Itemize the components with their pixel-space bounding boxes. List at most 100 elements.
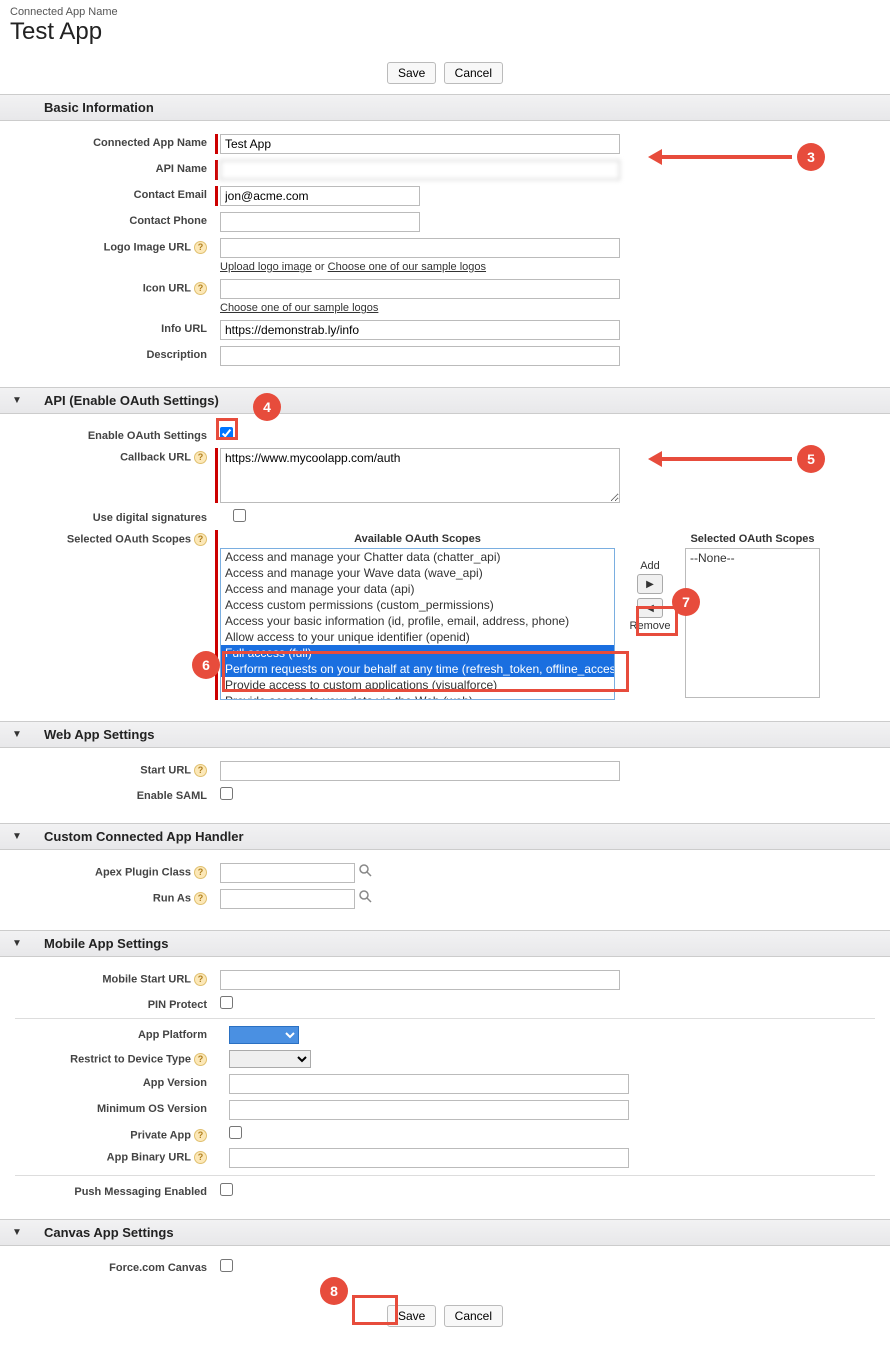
required-marker <box>215 134 218 154</box>
logo-url-input[interactable] <box>220 238 620 258</box>
pin-protect-checkbox[interactable] <box>220 996 233 1009</box>
scope-item[interactable]: Provide access to your data via the Web … <box>221 693 614 699</box>
callout-5: 5 <box>797 445 825 473</box>
scope-item[interactable]: Allow access to your unique identifier (… <box>221 629 614 645</box>
choose-logo-link[interactable]: Choose one of our sample logos <box>328 261 486 273</box>
force-canvas-checkbox[interactable] <box>220 1259 233 1272</box>
page-header: Connected App Name Test App <box>0 0 890 52</box>
scope-item[interactable]: Provide access to custom applications (v… <box>221 677 614 693</box>
section-title-web: Web App Settings <box>44 727 155 742</box>
label-start-url: Start URL <box>140 764 191 776</box>
help-icon[interactable]: ? <box>194 1151 207 1164</box>
scope-item[interactable]: Access your basic information (id, profi… <box>221 613 614 629</box>
chevron-down-icon[interactable]: ▼ <box>10 729 24 740</box>
label-logo-url: Logo Image URL <box>104 241 191 253</box>
choose-icon-link[interactable]: Choose one of our sample logos <box>220 302 378 314</box>
run-as-input[interactable] <box>220 889 355 909</box>
contact-email-input[interactable] <box>220 186 420 206</box>
enable-saml-checkbox[interactable] <box>220 787 233 800</box>
available-scopes-list[interactable]: Access and manage your Chatter data (cha… <box>220 548 615 700</box>
scope-item[interactable]: Access custom permissions (custom_permis… <box>221 597 614 613</box>
app-platform-select[interactable] <box>229 1026 299 1044</box>
arrow-3 <box>662 155 792 159</box>
start-url-input[interactable] <box>220 761 620 781</box>
chevron-down-icon[interactable]: ▼ <box>10 831 24 842</box>
callback-url-textarea[interactable]: https://www.mycoolapp.com/auth <box>220 448 620 503</box>
help-icon[interactable]: ? <box>194 241 207 254</box>
add-label: Add <box>640 560 660 572</box>
bottom-buttons-row: Save Cancel <box>0 1295 890 1337</box>
section-title-handler: Custom Connected App Handler <box>44 829 244 844</box>
label-app-version: App Version <box>0 1074 215 1094</box>
help-icon[interactable]: ? <box>194 451 207 464</box>
label-info-url: Info URL <box>0 320 215 340</box>
section-header-basic: Basic Information <box>0 94 890 121</box>
top-buttons-row: Save Cancel <box>0 52 890 94</box>
section-title-mobile: Mobile App Settings <box>44 936 168 951</box>
label-icon-url: Icon URL <box>143 282 191 294</box>
section-body-basic: Connected App Name API Name Contact Emai… <box>0 121 890 387</box>
chevron-down-icon[interactable]: ▼ <box>10 938 24 949</box>
description-input[interactable] <box>220 346 620 366</box>
scope-item[interactable]: Full access (full) <box>221 645 614 661</box>
lookup-icon[interactable] <box>358 889 374 905</box>
label-selected-scopes: Selected OAuth Scopes <box>67 533 191 545</box>
cancel-button[interactable]: Cancel <box>444 62 503 84</box>
chevron-down-icon[interactable]: ▼ <box>10 1227 24 1238</box>
help-icon[interactable]: ? <box>194 892 207 905</box>
help-icon[interactable]: ? <box>194 866 207 879</box>
chevron-down-icon[interactable]: ▼ <box>10 395 24 406</box>
remove-scope-button[interactable]: ◀ <box>637 598 663 618</box>
label-contact-phone: Contact Phone <box>0 212 215 232</box>
connected-app-name-input[interactable] <box>220 134 620 154</box>
label-contact-email: Contact Email <box>0 186 215 206</box>
scope-item[interactable]: Access and manage your Wave data (wave_a… <box>221 565 614 581</box>
info-url-input[interactable] <box>220 320 620 340</box>
lookup-icon[interactable] <box>358 863 374 879</box>
help-icon[interactable]: ? <box>194 1053 207 1066</box>
cancel-button[interactable]: Cancel <box>444 1305 503 1327</box>
api-name-input[interactable] <box>220 160 620 180</box>
page-header-label: Connected App Name <box>10 6 880 18</box>
help-icon[interactable]: ? <box>194 973 207 986</box>
available-scopes-header: Available OAuth Scopes <box>220 530 615 548</box>
help-icon[interactable]: ? <box>194 533 207 546</box>
push-msg-checkbox[interactable] <box>220 1183 233 1196</box>
remove-label: Remove <box>630 620 671 632</box>
callout-8: 8 <box>320 1277 348 1305</box>
private-app-checkbox[interactable] <box>229 1126 242 1139</box>
scope-item[interactable]: Access and manage your Chatter data (cha… <box>221 549 614 565</box>
selected-scopes-list[interactable]: --None-- <box>685 548 820 698</box>
callout-4: 4 <box>253 393 281 421</box>
upload-logo-link[interactable]: Upload logo image <box>220 261 312 273</box>
label-mobile-start-url: Mobile Start URL <box>102 973 191 985</box>
save-button[interactable]: Save <box>387 62 436 84</box>
label-apex-plugin: Apex Plugin Class <box>95 866 191 878</box>
page-title: Test App <box>10 18 880 46</box>
divider <box>15 1175 875 1176</box>
section-body-canvas: Force.com Canvas <box>0 1246 890 1295</box>
restrict-device-select[interactable] <box>229 1050 311 1068</box>
divider <box>15 1018 875 1019</box>
mobile-start-url-input[interactable] <box>220 970 620 990</box>
help-icon[interactable]: ? <box>194 282 207 295</box>
enable-oauth-checkbox[interactable] <box>220 427 233 440</box>
label-restrict-device: Restrict to Device Type <box>70 1053 191 1065</box>
required-marker <box>215 448 218 503</box>
icon-url-input[interactable] <box>220 279 620 299</box>
app-binary-input[interactable] <box>229 1148 629 1168</box>
scope-item[interactable]: Access and manage your data (api) <box>221 581 614 597</box>
help-icon[interactable]: ? <box>194 1129 207 1142</box>
callout-6: 6 <box>192 651 220 679</box>
help-icon[interactable]: ? <box>194 764 207 777</box>
min-os-input[interactable] <box>229 1100 629 1120</box>
save-button[interactable]: Save <box>387 1305 436 1327</box>
scope-item[interactable]: Perform requests on your behalf at any t… <box>221 661 614 677</box>
add-scope-button[interactable]: ▶ <box>637 574 663 594</box>
scope-transfer-buttons: Add ▶ ◀ Remove <box>615 530 685 632</box>
contact-phone-input[interactable] <box>220 212 420 232</box>
app-version-input[interactable] <box>229 1074 629 1094</box>
digital-signatures-checkbox[interactable] <box>233 509 246 522</box>
apex-plugin-input[interactable] <box>220 863 355 883</box>
section-header-api: ▼ API (Enable OAuth Settings) <box>0 387 890 414</box>
